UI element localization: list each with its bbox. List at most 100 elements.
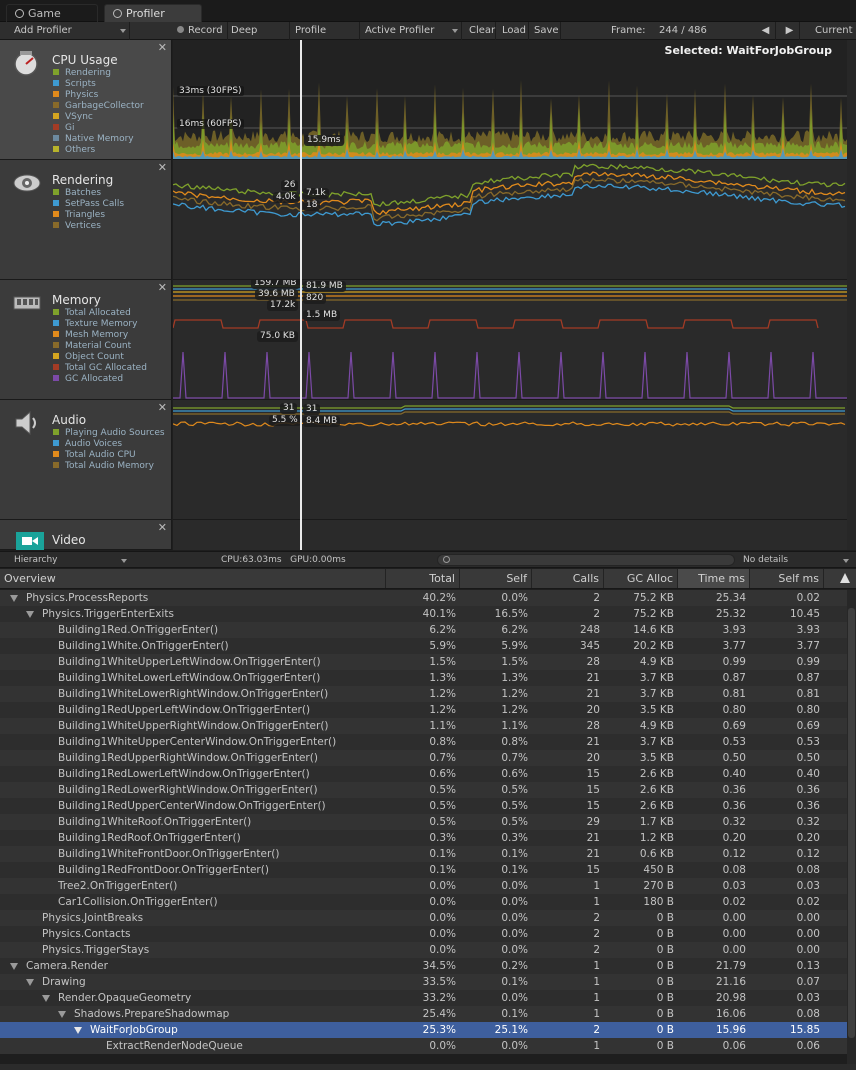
load-button[interactable]: Load — [499, 22, 529, 40]
sort-toggle[interactable] — [824, 569, 856, 588]
legend-item[interactable]: Batches — [53, 188, 124, 199]
table-row[interactable]: Render.OpaqueGeometry 33.2% 0.0% 1 0 B 20.98 0… — [0, 990, 847, 1006]
table-row[interactable]: Building1Red.OnTriggerEnter() 6.2% 6.2% 248… — [0, 622, 847, 638]
rendering-graph[interactable]: 26 4.0k 7.1k 18 — [173, 160, 847, 280]
legend-item[interactable]: Total Allocated — [53, 308, 147, 319]
legend-item[interactable]: Triangles — [53, 210, 124, 221]
legend-item[interactable]: Audio Voices — [53, 439, 165, 450]
memory-graph[interactable]: 159.7 MB 39.6 MB 17.2k 81.9 MB 820 1.5 M… — [173, 280, 847, 400]
table-row[interactable]: Camera.Render 34.5% 0.2% 1 0 B 21.79 0.13 — [0, 958, 847, 974]
table-row[interactable]: Building1White.OnTriggerEnter() 5.9% 5.9% 3… — [0, 638, 847, 654]
expand-triangle-icon[interactable] — [42, 995, 50, 1002]
column-self[interactable]: Self — [460, 569, 532, 588]
table-row[interactable]: Building1RedUpperRightWindow.OnTriggerEn… — [0, 750, 847, 766]
table-row[interactable]: Car1Collision.OnTriggerEnter() 0.0% 0.0% 1 1… — [0, 894, 847, 910]
video-module[interactable]: ✕ Video — [0, 520, 172, 550]
legend-item[interactable]: Playing Audio Sources — [53, 428, 165, 439]
rendering-module[interactable]: ✕ Rendering Batches SetPass Calls Triang… — [0, 160, 172, 280]
legend-item[interactable]: GC Allocated — [53, 374, 147, 385]
table-row[interactable]: Building1RedUpperCenterWindow.OnTriggerE… — [0, 798, 847, 814]
legend-item[interactable]: Total Audio CPU — [53, 450, 165, 461]
legend-item[interactable]: VSync — [53, 112, 144, 123]
table-row[interactable]: WaitForJobGroup 25.3% 25.1% 2 0 B 15.96 15.85 — [0, 1022, 847, 1038]
table-row[interactable]: Building1WhiteUpperRightWindow.OnTrigger… — [0, 718, 847, 734]
clear-button[interactable]: Clear — [466, 22, 496, 40]
table-row[interactable]: Physics.TriggerEnterExits 40.1% 16.5% 2 75.2… — [0, 606, 847, 622]
close-icon[interactable]: ✕ — [158, 401, 167, 414]
table-row[interactable]: Building1RedFrontDoor.OnTriggerEnter() 0.… — [0, 862, 847, 878]
legend-item[interactable]: Others — [53, 145, 144, 156]
column-time-ms[interactable]: Time ms — [678, 569, 750, 588]
view-dropdown[interactable]: Hierarchy — [12, 552, 130, 568]
frame-playhead[interactable] — [300, 40, 302, 550]
close-icon[interactable]: ✕ — [158, 521, 167, 534]
video-graph[interactable] — [173, 520, 847, 550]
table-row[interactable]: Building1RedLowerRightWindow.OnTriggerEn… — [0, 782, 847, 798]
audio-module[interactable]: ✕ Audio Playing Audio Sources Audio Voic… — [0, 400, 172, 520]
table-row[interactable]: Physics.JointBreaks 0.0% 0.0% 2 0 B 0.00 0.00 — [0, 910, 847, 926]
legend-item[interactable]: Rendering — [53, 68, 144, 79]
table-row[interactable]: Building1WhiteFrontDoor.OnTriggerEnter()… — [0, 846, 847, 862]
table-row[interactable]: Tree2.OnTriggerEnter() 0.0% 0.0% 1 270 B 0.03… — [0, 878, 847, 894]
save-button[interactable]: Save — [531, 22, 561, 40]
prev-frame-button[interactable]: ◀ — [756, 22, 776, 40]
memory-module[interactable]: ✕ Memory Total Allocated Texture Memory … — [0, 280, 172, 400]
legend-item[interactable]: Native Memory — [53, 134, 144, 145]
legend-item[interactable]: Total Audio Memory — [53, 461, 165, 472]
expand-triangle-icon[interactable] — [10, 963, 18, 970]
table-row[interactable]: Building1WhiteLowerRightWindow.OnTrigger… — [0, 686, 847, 702]
legend-item[interactable]: Texture Memory — [53, 319, 147, 330]
areas-scrollbar[interactable] — [847, 40, 856, 550]
close-icon[interactable]: ✕ — [158, 281, 167, 294]
deep-profile-button[interactable]: Deep Profile — [228, 22, 290, 53]
legend-item[interactable]: Scripts — [53, 79, 144, 90]
column-total[interactable]: Total — [386, 569, 460, 588]
next-frame-button[interactable]: ▶ — [780, 22, 800, 40]
table-row[interactable]: Drawing 33.5% 0.1% 1 0 B 21.16 0.07 — [0, 974, 847, 990]
table-row[interactable]: ExtractRenderNodeQueue 0.0% 0.0% 1 0 B 0.06 0.… — [0, 1038, 847, 1054]
tab-profiler[interactable]: Profiler — [104, 4, 202, 22]
legend-item[interactable]: GarbageCollector — [53, 101, 144, 112]
cpu-usage-module[interactable]: ✕ CPU Usage Rendering Scripts Physics Ga… — [0, 40, 172, 160]
expand-triangle-icon[interactable] — [58, 1011, 66, 1018]
table-row[interactable]: Building1RedRoof.OnTriggerEnter() 0.3% 0.3… — [0, 830, 847, 846]
legend-item[interactable]: SetPass Calls — [53, 199, 124, 210]
column-overview[interactable]: Overview — [0, 569, 386, 588]
active-profiler-dropdown[interactable]: Active Profiler — [362, 22, 462, 40]
legend-item[interactable]: Mesh Memory — [53, 330, 147, 341]
expand-triangle-icon[interactable] — [26, 979, 34, 986]
current-frame-button[interactable]: Current — [812, 22, 856, 40]
details-dropdown[interactable]: No details — [740, 552, 852, 568]
legend-item[interactable]: Material Count — [53, 341, 147, 352]
legend-item[interactable]: Object Count — [53, 352, 147, 363]
table-row[interactable]: Physics.ProcessReports 40.2% 0.0% 2 75.2 KB 2… — [0, 590, 847, 606]
table-row[interactable]: Shadows.PrepareShadowmap 25.4% 0.1% 1 0 B 16.… — [0, 1006, 847, 1022]
expand-triangle-icon[interactable] — [26, 611, 34, 618]
table-row[interactable]: Building1WhiteRoof.OnTriggerEnter() 0.5% 0… — [0, 814, 847, 830]
table-row[interactable]: Physics.TriggerStays 0.0% 0.0% 2 0 B 0.00 0.00 — [0, 942, 847, 958]
table-row[interactable]: Building1WhiteLowerLeftWindow.OnTriggerE… — [0, 670, 847, 686]
expand-triangle-icon[interactable] — [74, 1027, 82, 1034]
search-input[interactable] — [437, 554, 735, 566]
record-button[interactable]: Record — [174, 22, 228, 40]
legend-item[interactable]: Physics — [53, 90, 144, 101]
table-row[interactable]: Building1RedLowerLeftWindow.OnTriggerEnt… — [0, 766, 847, 782]
tab-game[interactable]: Game — [6, 4, 98, 22]
column-self-ms[interactable]: Self ms — [750, 569, 824, 588]
column-gc-alloc[interactable]: GC Alloc — [604, 569, 678, 588]
table-row[interactable]: Building1WhiteUpperLeftWindow.OnTriggerE… — [0, 654, 847, 670]
legend-item[interactable]: Gi — [53, 123, 144, 134]
scrollbar-thumb[interactable] — [848, 608, 855, 1038]
profile-editor-button[interactable]: Profile Editor — [292, 22, 360, 53]
legend-item[interactable]: Vertices — [53, 221, 124, 232]
table-scrollbar[interactable] — [847, 590, 856, 1070]
legend-item[interactable]: Total GC Allocated — [53, 363, 147, 374]
add-profiler-dropdown[interactable]: Add Profiler — [0, 22, 130, 40]
table-row[interactable]: Building1RedUpperLeftWindow.OnTriggerEnt… — [0, 702, 847, 718]
expand-triangle-icon[interactable] — [10, 595, 18, 602]
close-icon[interactable]: ✕ — [158, 41, 167, 54]
table-row[interactable]: Building1WhiteUpperCenterWindow.OnTrigge… — [0, 734, 847, 750]
cpu-usage-graph[interactable]: 33ms (30FPS) 16ms (60FPS) 15.9ms Selecte… — [173, 40, 847, 160]
table-row[interactable]: Physics.Contacts 0.0% 0.0% 2 0 B 0.00 0.00 — [0, 926, 847, 942]
column-calls[interactable]: Calls — [532, 569, 604, 588]
